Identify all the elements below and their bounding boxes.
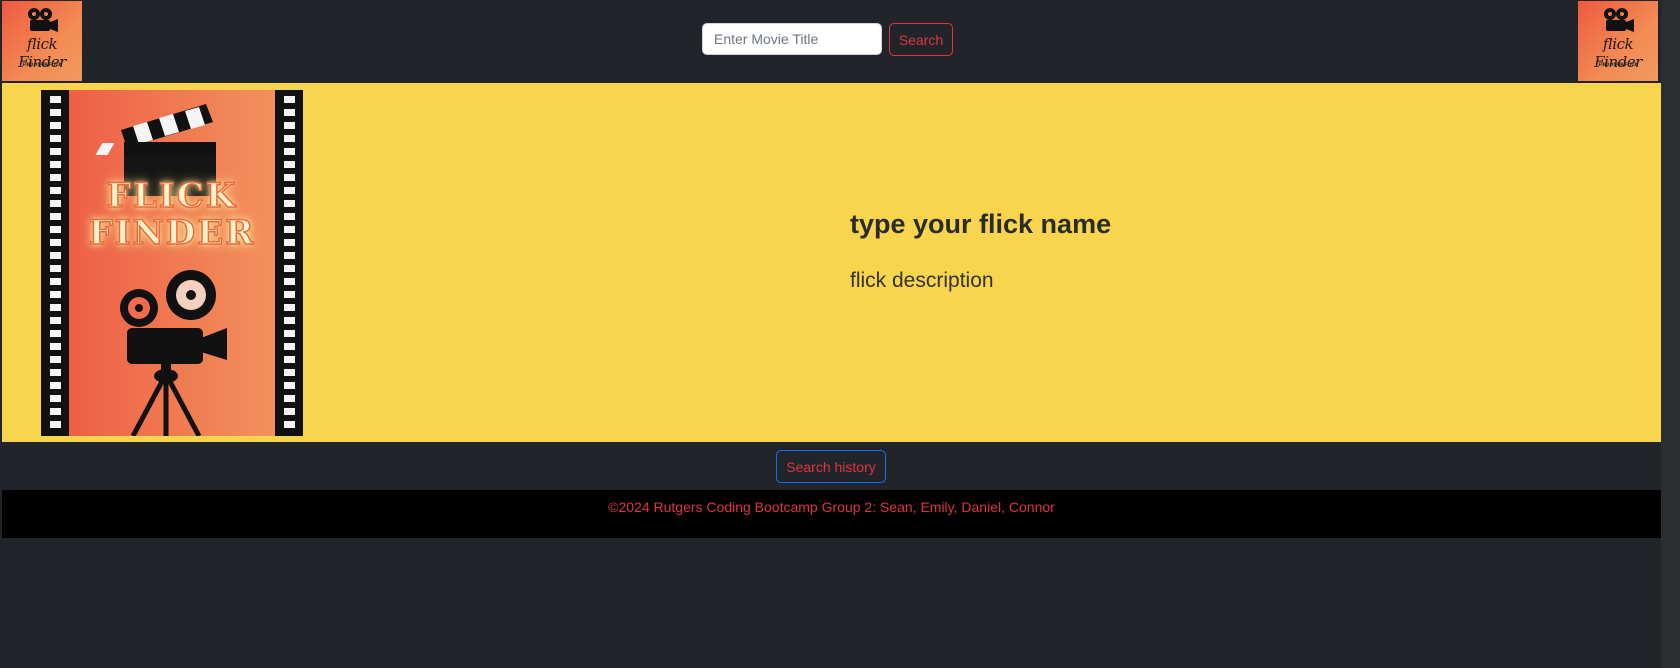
movie-title: type your flick name xyxy=(850,209,1112,239)
logo-tagline: FIND YOUR FLICK xyxy=(22,62,62,67)
search-input[interactable] xyxy=(702,23,882,55)
movie-camera-icon xyxy=(28,8,58,32)
search-history-button[interactable]: Search history xyxy=(776,450,886,483)
poster-title-line2: FINDER xyxy=(88,212,256,254)
page: flick Finder FIND YOUR FLICK Search flic… xyxy=(0,0,1680,668)
movie-info: type your flick name flick description xyxy=(850,209,1450,293)
movie-camera-icon xyxy=(1604,8,1634,32)
site-header: flick Finder FIND YOUR FLICK Search flic… xyxy=(0,0,1661,83)
hero-section: FLICK FINDER type your flick name flick … xyxy=(2,83,1661,442)
scrollbar[interactable] xyxy=(1661,0,1680,668)
projector-icon xyxy=(120,270,227,436)
logo-tagline: FIND YOUR FLICK xyxy=(1598,62,1638,67)
logo-right[interactable]: flick Finder FIND YOUR FLICK xyxy=(1578,1,1658,81)
movie-description: flick description xyxy=(850,269,994,292)
poster-title-line1: FLICK xyxy=(106,175,238,217)
site-footer: ©2024 Rutgers Coding Bootcamp Group 2: S… xyxy=(2,490,1661,538)
film-strip-graphic xyxy=(41,90,303,436)
history-bar: Search history xyxy=(2,442,1661,490)
footer-copyright: ©2024 Rutgers Coding Bootcamp Group 2: S… xyxy=(608,499,1055,515)
movie-poster: FLICK FINDER xyxy=(41,90,303,436)
logo-left[interactable]: flick Finder FIND YOUR FLICK xyxy=(2,1,82,81)
search-button[interactable]: Search xyxy=(889,23,953,56)
